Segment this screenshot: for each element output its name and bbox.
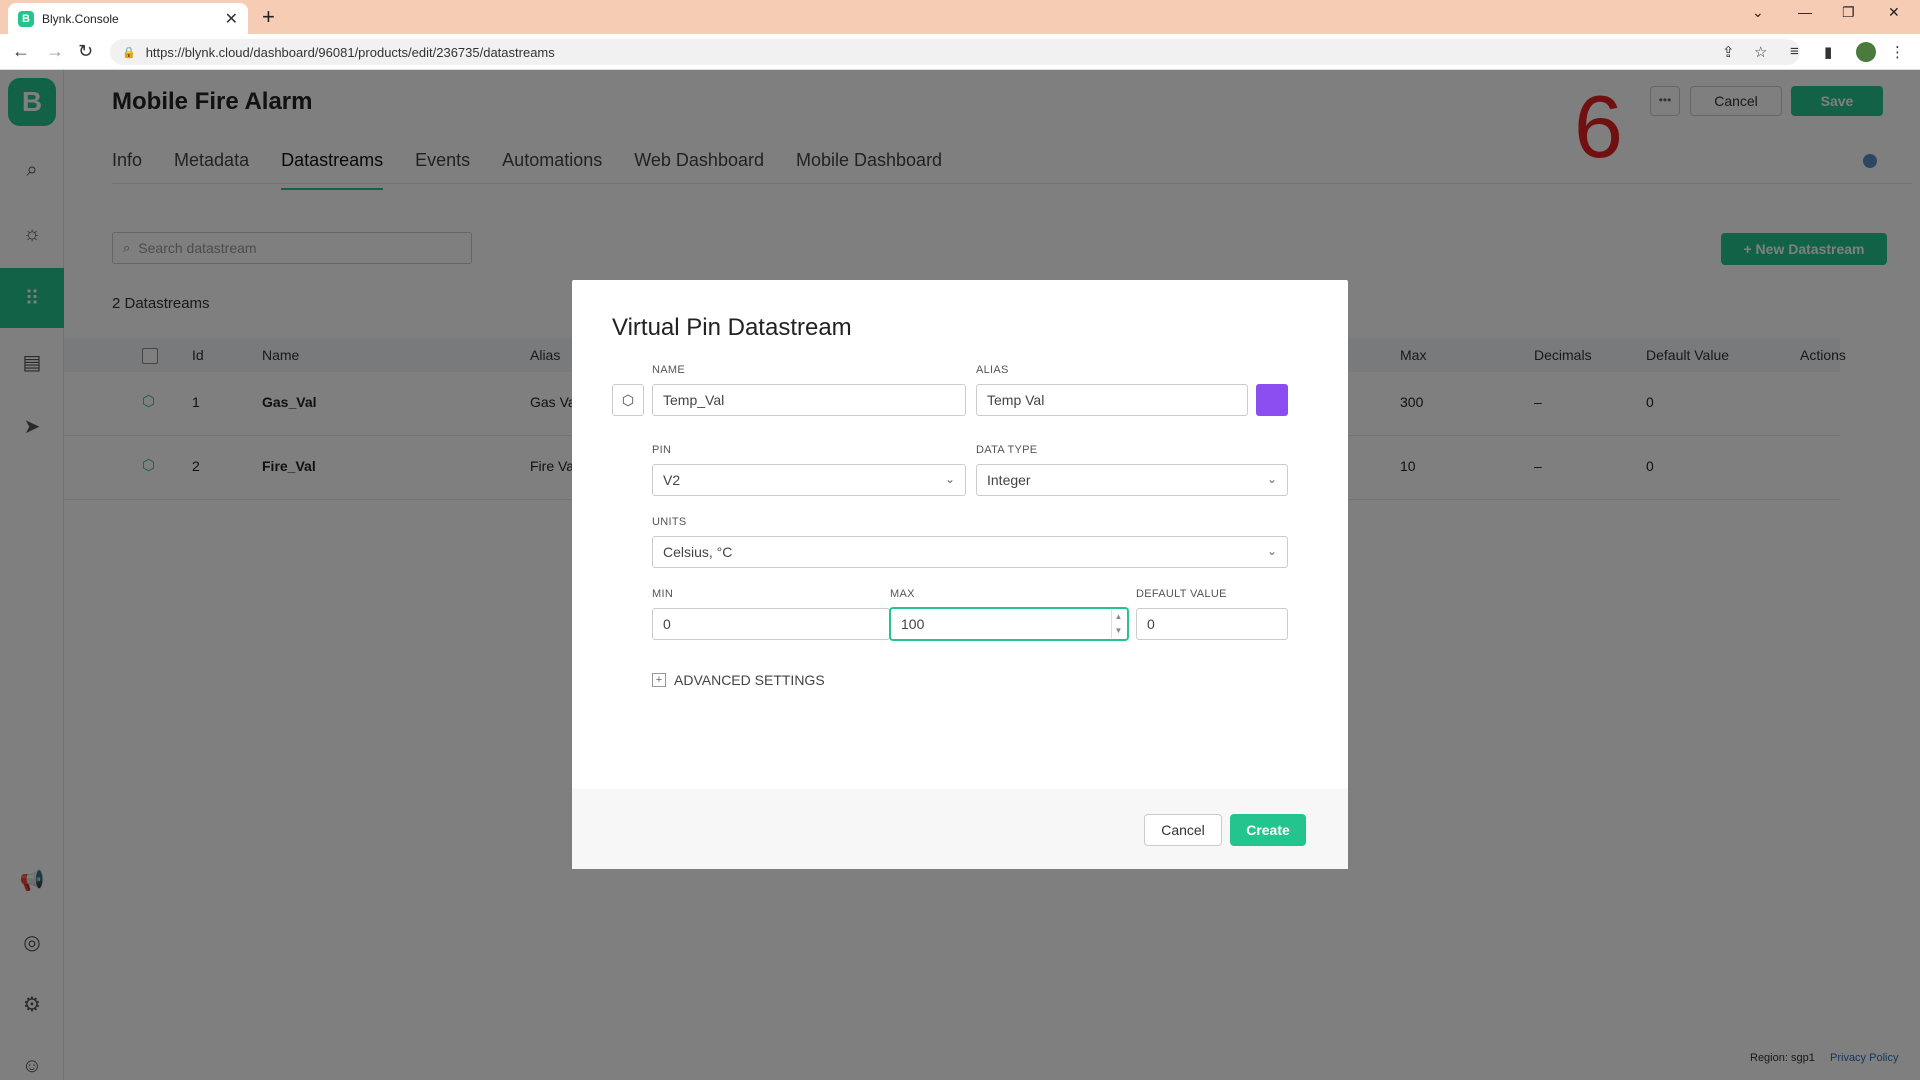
omnibox[interactable]: 🔒 https://blynk.cloud/dashboard/96081/pr… (110, 39, 1800, 65)
color-picker-swatch[interactable] (1256, 384, 1288, 416)
pin-select[interactable]: V2 ⌄ (652, 464, 966, 496)
tab-search-icon[interactable]: ⌄ (1752, 4, 1764, 21)
data-type-value: Integer (987, 472, 1031, 488)
blynk-favicon-icon: B (18, 10, 34, 27)
alias-label: ALIAS (976, 364, 1009, 376)
default-value-label: DEFAULT VALUE (1136, 588, 1227, 600)
units-select[interactable]: Celsius, °C ⌄ (652, 536, 1288, 568)
advanced-settings-toggle[interactable]: + ADVANCED SETTINGS (652, 672, 825, 688)
lock-icon: 🔒 (122, 46, 136, 59)
pin-value: V2 (663, 472, 681, 488)
number-stepper-icon[interactable]: ▲ ▼ (1111, 610, 1125, 638)
data-type-label: DATA TYPE (976, 444, 1038, 456)
share-icon[interactable]: ⇪ (1722, 43, 1735, 61)
url-text: https://blynk.cloud/dashboard/96081/prod… (145, 44, 555, 60)
name-value: Temp_Val (663, 392, 725, 408)
close-tab-icon[interactable]: ✕ (225, 9, 238, 29)
tab-title: Blynk.Console (42, 11, 119, 26)
max-label: MAX (890, 588, 915, 600)
default-value-field[interactable]: 0 (1136, 608, 1288, 640)
alias-value: Temp Val (987, 392, 1045, 408)
forward-icon[interactable]: → (46, 41, 64, 62)
alias-field[interactable]: Temp Val (976, 384, 1248, 416)
chevron-down-icon: ⌄ (944, 472, 955, 486)
min-field[interactable]: 0 (652, 608, 890, 640)
cube-icon: ⬡ (621, 391, 635, 408)
reload-icon[interactable]: ↻ (78, 41, 93, 62)
new-tab-icon[interactable]: + (262, 4, 275, 30)
sidebar-icon[interactable]: ▮ (1824, 43, 1832, 61)
chevron-down-icon: ⌄ (1266, 472, 1277, 486)
dialog-create-button[interactable]: Create (1230, 814, 1306, 846)
restore-icon[interactable]: ❐ (1842, 4, 1855, 21)
max-field[interactable]: 100 ▲ ▼ (890, 608, 1128, 640)
default-value: 0 (1147, 616, 1155, 632)
virtual-pin-datastream-dialog: Virtual Pin Datastream ⬡ NAME Temp_Val A… (572, 280, 1348, 869)
name-label: NAME (652, 364, 685, 376)
units-label: UNITS (652, 516, 687, 528)
back-icon[interactable]: ← (12, 41, 30, 62)
datastream-icon-picker[interactable]: ⬡ (612, 384, 644, 416)
browser-tab[interactable]: B Blynk.Console ✕ (8, 3, 248, 34)
max-value: 100 (901, 616, 925, 632)
close-window-icon[interactable]: ✕ (1888, 4, 1900, 21)
browser-tabbar: B Blynk.Console ✕ + ⌄ — ❐ ✕ (0, 0, 1920, 34)
pin-label: PIN (652, 444, 672, 456)
data-type-select[interactable]: Integer ⌄ (976, 464, 1288, 496)
expand-plus-icon: + (652, 673, 666, 687)
min-label: MIN (652, 588, 674, 600)
chevron-down-icon: ⌄ (1266, 544, 1277, 558)
address-bar-row: ← → ↻ 🔒 https://blynk.cloud/dashboard/96… (0, 34, 1920, 70)
profile-avatar[interactable] (1856, 42, 1876, 62)
dialog-title: Virtual Pin Datastream (612, 314, 852, 341)
name-field[interactable]: Temp_Val (652, 384, 966, 416)
advanced-settings-label: ADVANCED SETTINGS (674, 672, 825, 688)
minimize-icon[interactable]: — (1798, 4, 1812, 20)
bookmark-star-icon[interactable]: ☆ (1754, 43, 1767, 61)
dialog-cancel-button[interactable]: Cancel (1144, 814, 1222, 846)
units-value: Celsius, °C (663, 544, 733, 560)
min-value: 0 (663, 616, 671, 632)
reading-list-icon[interactable]: ≡ (1790, 43, 1799, 60)
menu-kebab-icon[interactable]: ⋮ (1890, 43, 1905, 61)
